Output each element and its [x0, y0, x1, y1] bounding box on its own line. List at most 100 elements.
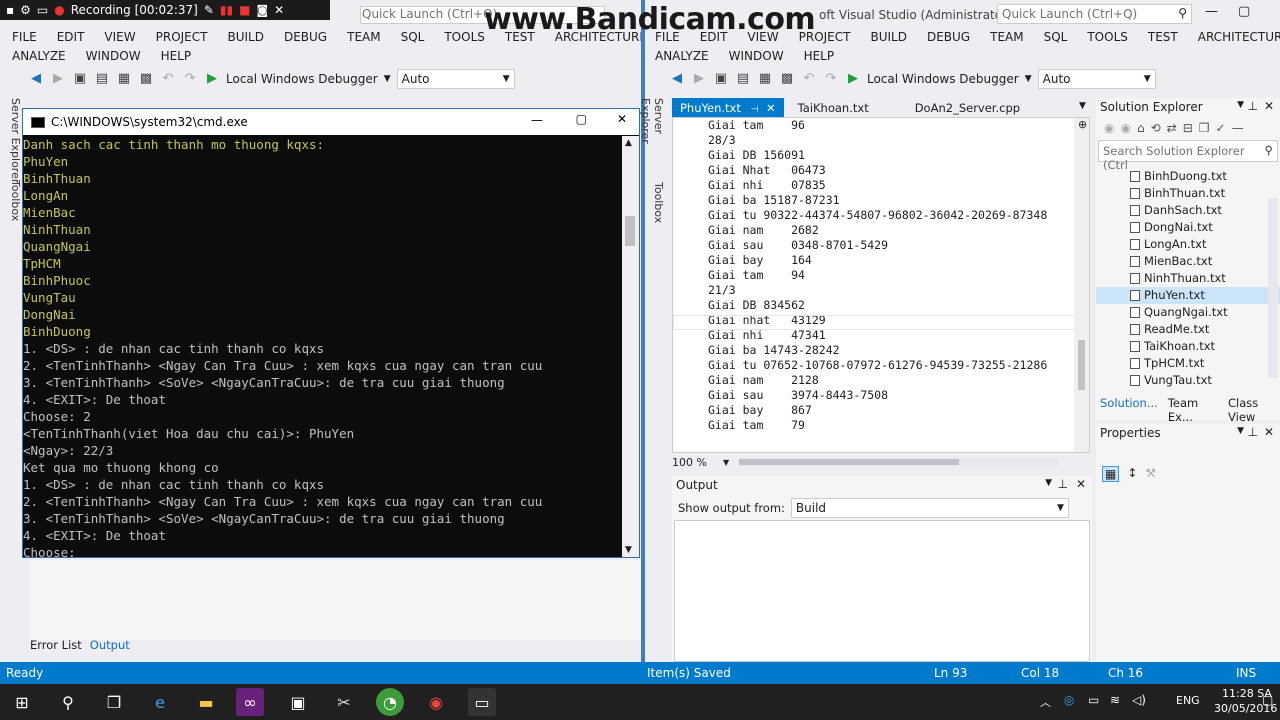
- solution-search-input[interactable]: Search Solution Explorer (Ctrl ⚲: [1098, 140, 1278, 172]
- chevron-down-icon[interactable]: ▼: [1237, 100, 1244, 110]
- split-icon[interactable]: ⊕: [1078, 118, 1087, 131]
- solution-file-item[interactable]: VungTau.txt: [1096, 372, 1280, 389]
- solution-file-item[interactable]: NinhThuan.txt: [1096, 270, 1280, 287]
- pause-icon[interactable]: ▮▮: [220, 3, 233, 17]
- volume-icon[interactable]: ◁): [1132, 693, 1146, 707]
- pencil-icon[interactable]: ✎: [204, 3, 214, 17]
- editor-line[interactable]: Giai sau 3974-8443-7508: [708, 388, 1047, 403]
- chevron-down-icon[interactable]: ▼: [384, 74, 391, 84]
- cmd-output[interactable]: Danh sach cac tinh thanh mo thuong kqxs:…: [23, 136, 622, 557]
- text-editor[interactable]: Giai tam 96 28/3 Giai DB 156091 Giai Nhat 0…: [672, 117, 1090, 453]
- output-content[interactable]: [674, 520, 1090, 662]
- forward-icon[interactable]: ▶: [50, 71, 66, 87]
- tools-icon[interactable]: ✂: [330, 688, 358, 716]
- redo-icon[interactable]: ↷: [182, 71, 198, 87]
- notifications-icon[interactable]: ▢: [1262, 693, 1273, 707]
- chevron-up-icon[interactable]: ▲: [625, 138, 632, 148]
- maximize-icon[interactable]: ▢: [1238, 4, 1250, 19]
- chevron-down-icon[interactable]: ▼: [1045, 478, 1052, 488]
- settings-icon[interactable]: —: [1232, 121, 1244, 135]
- pin-icon[interactable]: ⊣: [751, 105, 759, 115]
- editor-line[interactable]: 28/3: [708, 133, 1047, 148]
- editor-line[interactable]: Giai nhi 47341: [708, 328, 1047, 343]
- solution-file-item[interactable]: BinhThuan.txt: [1096, 185, 1280, 202]
- copy-icon[interactable]: ❐: [1199, 121, 1210, 135]
- task-view-icon[interactable]: ❐: [100, 688, 128, 716]
- save-icon[interactable]: ▦: [757, 71, 773, 87]
- solution-config-select[interactable]: Auto ▼: [1037, 69, 1156, 89]
- back-icon[interactable]: ◀: [28, 71, 44, 87]
- menu-item-view[interactable]: VIEW: [94, 30, 145, 44]
- save-all-icon[interactable]: ▩: [138, 71, 154, 87]
- alphabetical-icon[interactable]: ↕: [1127, 466, 1137, 482]
- editor-line[interactable]: Giai tam 79: [708, 418, 1047, 433]
- menu-item-debug[interactable]: DEBUG: [274, 30, 337, 44]
- output-tab[interactable]: Output: [90, 638, 130, 652]
- menu-item-analyze[interactable]: ANALYZE: [2, 49, 76, 63]
- menu-item-team[interactable]: TEAM: [337, 30, 390, 44]
- editor-line[interactable]: Giai ba 14743-28242: [708, 343, 1047, 358]
- back-icon[interactable]: ◀: [669, 71, 685, 87]
- menu-item-analyze[interactable]: ANALYZE: [645, 49, 719, 63]
- chevron-down-icon[interactable]: ▼: [1025, 74, 1032, 84]
- properties-icon[interactable]: ✓: [1216, 121, 1226, 135]
- tray-up-icon[interactable]: ︿: [1040, 694, 1051, 710]
- start-debugging-icon[interactable]: ▶: [204, 71, 220, 87]
- menu-item-tools[interactable]: TOOLS: [1077, 30, 1138, 44]
- output-source-select[interactable]: Build ▼: [790, 498, 1069, 518]
- solution-file-item[interactable]: DongNai.txt: [1096, 219, 1280, 236]
- tab-team-explorer[interactable]: Team Ex...: [1168, 396, 1218, 424]
- menu-item-sql[interactable]: SQL: [391, 30, 435, 44]
- search-icon[interactable]: ⚲: [54, 688, 82, 716]
- visual-studio-icon[interactable]: ∞: [236, 688, 264, 716]
- toolbox-side-tab[interactable]: Toolbox: [651, 182, 665, 232]
- editor-line[interactable]: Giai nhi 07835: [708, 178, 1047, 193]
- server-explorer-side-tab[interactable]: Server Explorer: [639, 98, 665, 178]
- menu-item-window[interactable]: WINDOW: [719, 49, 794, 63]
- editor-line[interactable]: Giai ba 15187-87231: [708, 193, 1047, 208]
- menu-item-edit[interactable]: EDIT: [47, 30, 95, 44]
- undo-icon[interactable]: ↶: [160, 71, 176, 87]
- scrollbar-thumb[interactable]: [1078, 340, 1085, 390]
- solution-file-item[interactable]: DanhSach.txt: [1096, 202, 1280, 219]
- scrollbar-thumb[interactable]: [625, 216, 635, 246]
- editor-line[interactable]: Giai Nhat 06473: [708, 163, 1047, 178]
- editor-line[interactable]: 21/3: [708, 283, 1047, 298]
- solution-file-item[interactable]: QuangNgai.txt: [1096, 304, 1280, 321]
- debugger-label[interactable]: Local Windows Debugger: [226, 72, 378, 86]
- menu-item-test[interactable]: TEST: [1138, 30, 1188, 44]
- editor-line[interactable]: Giai tam 96: [708, 118, 1047, 133]
- chrome-icon[interactable]: ◉: [422, 688, 450, 716]
- store-icon[interactable]: ▣: [284, 688, 312, 716]
- power-icon[interactable]: ▭: [1088, 693, 1099, 707]
- close-icon[interactable]: ✕: [1264, 425, 1274, 439]
- back-icon[interactable]: ◉: [1104, 121, 1114, 135]
- cmd-window[interactable]: C:\WINDOWS\system32\cmd.exe — ▢ ✕ Danh s…: [22, 108, 640, 558]
- menu-item-debug[interactable]: DEBUG: [917, 30, 980, 44]
- chevron-down-icon[interactable]: ▼: [723, 458, 729, 467]
- new-project-icon[interactable]: ▣: [713, 71, 729, 87]
- categorized-icon[interactable]: ▦: [1102, 466, 1120, 482]
- save-icon[interactable]: ▦: [116, 71, 132, 87]
- new-project-icon[interactable]: ▣: [72, 71, 88, 87]
- solution-file-item[interactable]: LongAn.txt: [1096, 236, 1280, 253]
- language-indicator[interactable]: ENG: [1176, 694, 1200, 707]
- vertical-scrollbar[interactable]: [1074, 118, 1089, 452]
- home-icon[interactable]: ⌂: [1137, 121, 1145, 135]
- close-icon[interactable]: ✕: [766, 101, 776, 115]
- start-icon[interactable]: ⊞: [8, 688, 36, 716]
- open-icon[interactable]: ▤: [735, 71, 751, 87]
- pin-icon[interactable]: ⊥: [1248, 425, 1258, 439]
- editor-line[interactable]: Giai tam 94: [708, 268, 1047, 283]
- close-icon[interactable]: ✕: [274, 3, 284, 17]
- editor-content[interactable]: Giai tam 96 28/3 Giai DB 156091 Giai Nhat 0…: [708, 118, 1047, 433]
- sync-icon[interactable]: ⇄: [1167, 121, 1177, 135]
- pin-icon[interactable]: ⊥: [1058, 477, 1068, 491]
- tab-phuyen[interactable]: PhuYen.txt ⊣ ✕: [672, 98, 784, 118]
- app-icon[interactable]: ◔: [376, 688, 404, 716]
- chevron-down-icon[interactable]: ▼: [1079, 101, 1086, 111]
- scrollbar[interactable]: [1268, 198, 1278, 378]
- menu-item-team[interactable]: TEAM: [980, 30, 1033, 44]
- editor-line[interactable]: Giai sau 0348-8701-5429: [708, 238, 1047, 253]
- toolbox-side-tab[interactable]: Toolbox: [9, 180, 22, 240]
